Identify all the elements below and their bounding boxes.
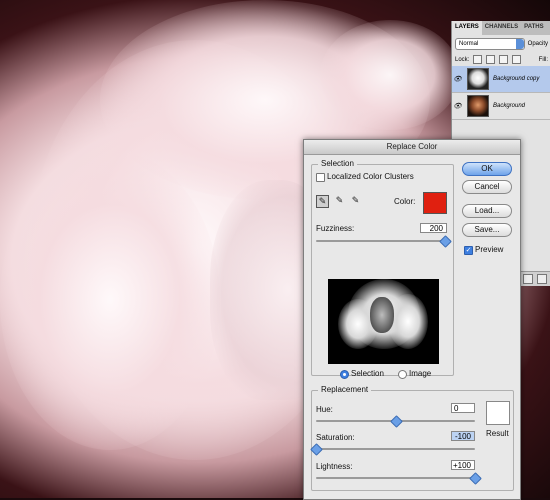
lightness-slider-thumb[interactable] <box>469 472 482 485</box>
eyedropper-icon[interactable]: ✎ <box>316 195 329 208</box>
layer-row-background-copy[interactable]: 👁 Background copy <box>452 66 550 93</box>
fuzziness-input[interactable]: 200 <box>420 223 447 233</box>
hue-label: Hue: <box>316 405 333 414</box>
view-selection-label: Selection <box>351 369 384 378</box>
lock-label: Lock: <box>455 56 470 63</box>
result-label: Result <box>486 429 509 438</box>
saturation-input[interactable]: -100 <box>451 431 475 441</box>
blend-mode-select[interactable]: Normal <box>455 38 525 50</box>
ok-button[interactable]: OK <box>462 162 512 176</box>
layers-panel-tabs: LAYERS CHANNELS PATHS <box>452 21 550 35</box>
view-image-label: Image <box>409 369 432 378</box>
selection-legend: Selection <box>318 159 357 168</box>
selection-preview <box>328 279 439 364</box>
view-selection-radio[interactable] <box>340 370 349 379</box>
selection-group: Selection Localized Color Clusters ✎ ✎ ✎… <box>311 159 454 379</box>
replace-color-dialog: Replace Color Selection Localized Color … <box>303 139 521 500</box>
tab-layers[interactable]: LAYERS <box>452 21 482 35</box>
trash-icon[interactable] <box>537 274 547 284</box>
localized-clusters-checkbox[interactable] <box>316 173 325 182</box>
layer-name: Background copy <box>493 76 540 82</box>
load-button[interactable]: Load... <box>462 204 512 218</box>
replacement-group: Replacement Hue: 0 Saturation: -100 Ligh… <box>310 385 514 491</box>
lightness-label: Lightness: <box>316 462 353 471</box>
lightness-slider-track[interactable] <box>316 477 475 479</box>
fuzziness-label: Fuzziness: <box>316 224 355 233</box>
opacity-label: Opacity <box>527 41 548 47</box>
lock-position-icon[interactable] <box>499 55 509 64</box>
lock-all-icon[interactable] <box>512 55 522 64</box>
fuzziness-slider-track[interactable] <box>316 240 445 242</box>
new-layer-icon[interactable] <box>523 274 533 284</box>
hue-input[interactable]: 0 <box>451 403 475 413</box>
cancel-button[interactable]: Cancel <box>462 180 512 194</box>
layer-thumbnail <box>467 95 489 117</box>
color-label: Color: <box>394 197 416 206</box>
localized-clusters-label: Localized Color Clusters <box>327 172 414 181</box>
layer-name: Background <box>493 103 526 109</box>
lightness-input[interactable]: +100 <box>451 460 475 470</box>
preview-label: Preview <box>475 245 504 254</box>
preview-checkbox[interactable]: ✓ <box>464 246 473 255</box>
layer-row-background[interactable]: 👁 Background <box>452 93 550 120</box>
lock-transparency-icon[interactable] <box>473 55 483 64</box>
eyedropper-minus-icon[interactable]: ✎ <box>350 195 361 206</box>
saturation-label: Saturation: <box>316 433 355 442</box>
color-swatch[interactable] <box>423 192 447 214</box>
saturation-slider-thumb[interactable] <box>310 443 323 456</box>
view-image-radio[interactable] <box>398 370 407 379</box>
eye-icon[interactable]: 👁 <box>452 102 463 110</box>
fill-label: Fill: <box>538 56 548 63</box>
layer-thumbnail <box>467 68 489 90</box>
fuzziness-slider-thumb[interactable] <box>439 235 452 248</box>
eyedropper-plus-icon[interactable]: ✎ <box>334 195 345 206</box>
eye-icon[interactable]: 👁 <box>452 75 463 83</box>
tab-paths[interactable]: PATHS <box>521 21 546 35</box>
saturation-slider-track[interactable] <box>316 448 475 450</box>
lock-image-icon[interactable] <box>486 55 496 64</box>
save-button[interactable]: Save... <box>462 223 512 237</box>
tab-channels[interactable]: CHANNELS <box>482 21 521 35</box>
dialog-title: Replace Color <box>304 140 520 155</box>
result-swatch[interactable] <box>486 401 510 425</box>
replacement-legend: Replacement <box>318 385 372 394</box>
hue-slider-thumb[interactable] <box>389 415 403 428</box>
